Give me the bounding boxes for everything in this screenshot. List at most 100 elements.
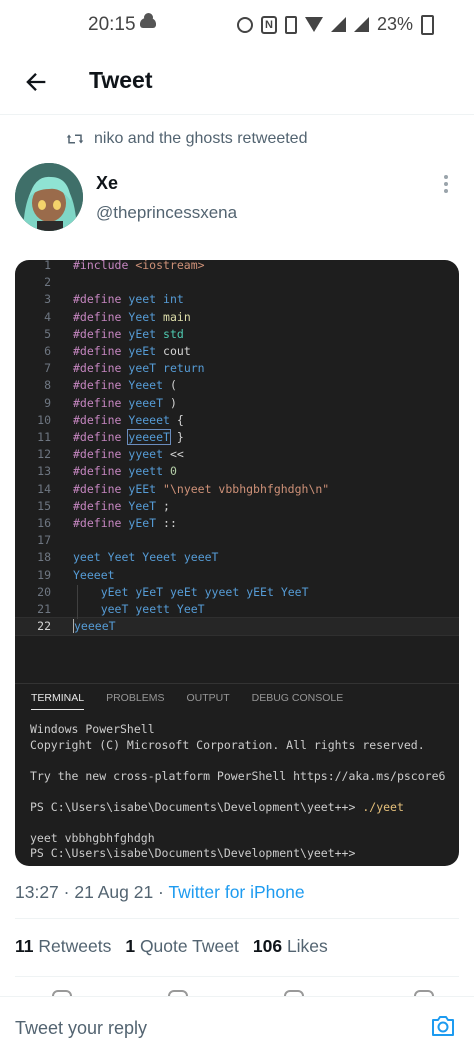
code-line: 4 #define Yeet main [15,309,459,326]
tab-output[interactable]: OUTPUT [186,692,229,710]
reply-input[interactable]: Tweet your reply [15,1018,147,1039]
line-number: 14 [37,481,51,496]
tweet-media-image[interactable]: 1 #include <iostream> 2 3 #define yeet int 4 #… [15,260,459,866]
terminal-output: Windows PowerShell Copyright (C) Microso… [30,722,445,862]
likes-label: Likes [286,936,328,956]
back-arrow-icon[interactable] [22,68,50,96]
code-line: 14 #define yEEt "\nyeet vbbhgbhfghdgh\n" [15,481,459,498]
code-line: 6 #define yeEt cout [15,343,459,360]
terminal-prompt-line: PS C:\Users\isabe\Documents\Development\… [30,800,445,816]
cloud-icon [140,13,156,28]
code-line: 2 [15,274,459,291]
wifi-icon [304,17,323,32]
line-number: 16 [37,516,51,530]
code-line: 15 #define YeeT ; [15,498,459,515]
line-number: 11 [37,430,51,444]
line-number: 15 [37,498,51,513]
line-number: 13 [37,464,51,479]
more-options-icon[interactable] [442,175,450,195]
line-number: 21 [37,602,51,616]
quotes-label: Quote Tweet [139,936,239,956]
retweets-count: 11 [15,936,34,956]
code-line: 8 #define Yeeet ( [15,377,459,394]
terminal-line: yeet vbbhgbhfghdgh [30,830,155,845]
terminal-command: ./yeet [362,799,404,814]
terminal-line: PS C:\Users\isabe\Documents\Development\… [30,846,356,860]
retweets-label: Retweets [38,936,112,956]
code-line: 7 #define yeeT return [15,360,459,377]
tweet-source-link[interactable]: Twitter for iPhone [168,882,304,902]
code-text: #define yyeet << [73,447,184,462]
code-text: #define yeet int [73,292,184,307]
line-number: 1 [44,260,51,272]
terminal-blank [30,815,445,831]
alarm-icon [236,16,253,33]
code-text: #include <iostream> [73,260,205,272]
code-line: 21 yeeT yeett YeeT [15,601,459,618]
code-text: yeeT yeett YeeT [100,602,205,616]
line-number: 12 [37,447,51,462]
line-number: 5 [44,326,51,341]
line-number: 2 [44,275,51,290]
code-text: #define yeeeeT } [73,429,184,445]
status-time: 20:15 [88,14,136,35]
line-number: 18 [37,550,51,565]
code-line: 9 #define yeeeT ) [15,395,459,412]
line-number: 22 [37,619,51,634]
terminal-line: Copyright (C) Microsoft Corporation. All… [30,737,425,752]
retweets-stat[interactable]: 11 Retweets [15,936,111,957]
code-text: #define yEEt "\nyeet vbbhgbhfghdgh\n" [73,481,330,496]
line-number: 7 [44,361,51,376]
code-text: Yeeeet [73,567,115,582]
code-line: 3 #define yeet int [15,291,459,308]
terminal-blank [30,753,445,769]
line-number: 10 [37,412,51,427]
terminal-line: Windows PowerShell [30,722,155,736]
code-line: 20 yEet yEeT yeEt yyeet yEEt YeeT [15,584,459,601]
tab-terminal[interactable]: TERMINAL [31,692,85,710]
line-number: 4 [44,309,51,324]
tweet-timestamp: 13:27 · 21 Aug 21 · Twitter for iPhone [15,882,305,902]
status-bar: 20:15 N 23% [0,0,474,56]
tweet-time[interactable]: 13:27 [15,882,59,902]
signal-icon-2 [353,17,369,32]
code-line: 22 yeeeeT [15,617,459,637]
top-app-bar: Tweet [0,56,474,115]
line-number: 19 [37,567,51,582]
battery-icon [421,14,434,35]
code-line: 11 #define yeeeeT } [15,429,459,446]
divider [15,976,459,977]
battery-percent: 23% [376,14,413,34]
author-name[interactable]: Xe [96,173,118,194]
code-text: #define yEeT :: [73,516,177,530]
line-number: 6 [44,344,51,358]
tweet-stats: 11 Retweets 1 Quote Tweet 106 Likes [15,936,328,957]
quote-tweets-stat[interactable]: 1 Quote Tweet [125,936,239,957]
code-line: 1 #include <iostream> [15,260,459,274]
code-text: #define Yeet main [73,309,191,324]
likes-stat[interactable]: 106 Likes [253,936,328,957]
quotes-count: 1 [125,936,136,956]
author-handle[interactable]: @theprincessxena [96,203,237,223]
signal-icon [330,17,346,32]
code-text: yEet yEeT yeEt yyeet yEEt YeeT [100,584,309,599]
divider [15,918,459,919]
code-text: #define Yeeeet { [73,412,184,427]
code-text: yeet Yeet Yeeet yeeeT [73,550,219,565]
code-line: 13 #define yeett 0 [15,463,459,480]
bottom-panel: TERMINAL PROBLEMS OUTPUT DEBUG CONSOLE W… [15,683,459,866]
line-number: 9 [44,395,51,410]
code-line: 5 #define yEet std [15,326,459,343]
code-text: #define YeeT ; [73,498,170,513]
code-text: #define yeett 0 [73,464,177,479]
code-text: #define yeeT return [73,361,205,376]
retweet-context[interactable]: niko and the ghosts retweeted [66,130,307,148]
avatar[interactable] [15,163,83,231]
camera-icon[interactable] [430,1015,456,1037]
tweet-date[interactable]: 21 Aug 21 [74,882,153,902]
page-title: Tweet [89,67,153,93]
tab-debug-console[interactable]: DEBUG CONSOLE [252,692,344,710]
tab-problems[interactable]: PROBLEMS [106,692,164,710]
status-icons: N 23% [236,14,434,35]
vibrate-icon [284,15,297,34]
